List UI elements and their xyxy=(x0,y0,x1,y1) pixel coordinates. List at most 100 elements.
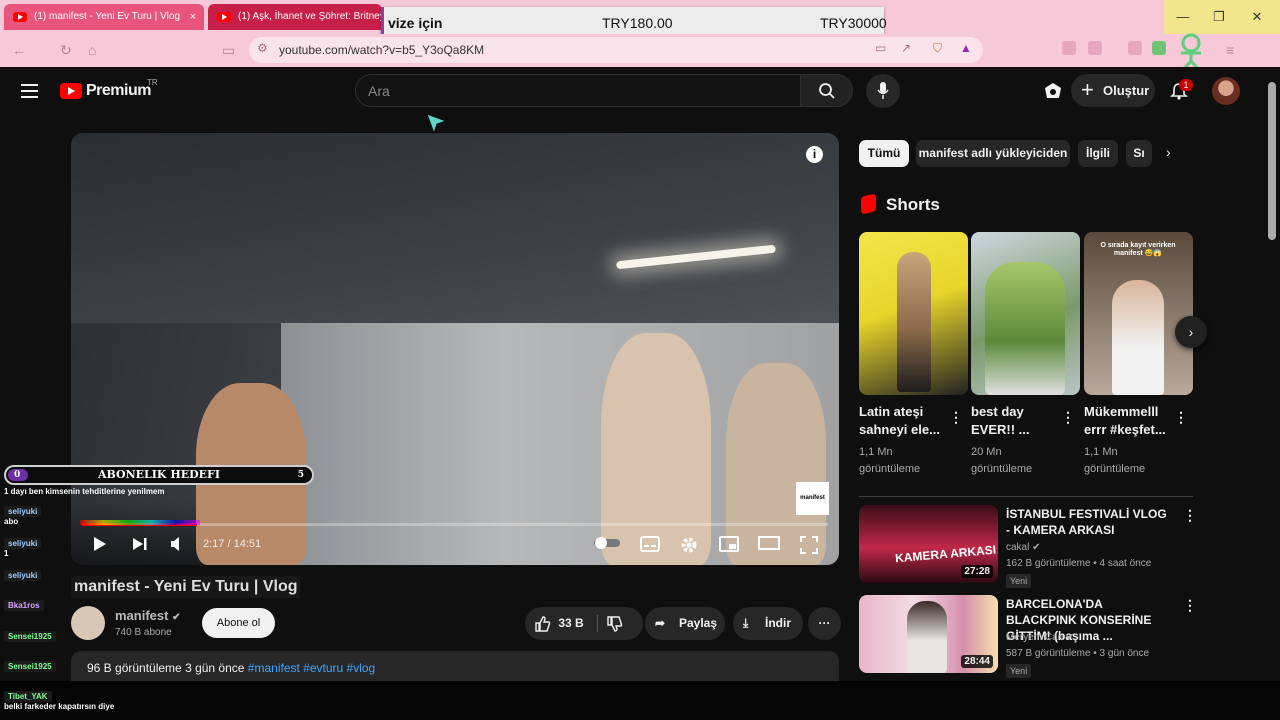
extension-icon[interactable] xyxy=(1062,41,1076,55)
download-label: İndir xyxy=(765,616,791,630)
chat-username: seliyuki xyxy=(4,506,42,517)
theater-mode-button[interactable] xyxy=(758,536,780,556)
reload-icon[interactable]: ↻ xyxy=(60,42,72,59)
video-frame-person xyxy=(601,333,711,565)
channel-watermark[interactable]: manifest xyxy=(796,482,829,515)
recommendation-title[interactable]: İSTANBUL FESTIVALİ VLOG - KAMERA ARKASI xyxy=(1006,506,1171,538)
next-icon xyxy=(133,538,147,550)
short-more-icon[interactable]: ⋮ xyxy=(1174,409,1188,426)
logo-region: TR xyxy=(147,78,158,87)
logo-premium-text[interactable]: Premium xyxy=(86,82,151,100)
short-thumbnail[interactable] xyxy=(859,232,968,395)
short-title[interactable]: Mükemmelll errr #keşfet... xyxy=(1084,403,1170,439)
back-icon[interactable]: ← xyxy=(12,42,26,58)
menu-icon[interactable]: ≡ xyxy=(1226,42,1234,58)
chip-all[interactable]: Tümü xyxy=(859,140,909,167)
settings-button[interactable] xyxy=(680,536,698,556)
close-window-button[interactable]: ✕ xyxy=(1238,0,1276,34)
subscribe-button[interactable]: Abone ol xyxy=(202,608,275,638)
next-button[interactable] xyxy=(132,536,148,556)
search-button[interactable] xyxy=(800,74,853,107)
download-button[interactable]: ⤓ İndir xyxy=(733,607,803,640)
subtitles-button[interactable] xyxy=(640,536,660,556)
shorts-next-button[interactable]: › xyxy=(1175,316,1207,348)
restore-button[interactable]: ❐ xyxy=(1200,0,1238,34)
short-thumbnail[interactable]: O sırada kayıt verirken manifest 😅😱 xyxy=(1084,232,1193,395)
microphone-icon xyxy=(877,82,889,99)
like-button[interactable]: 33 B xyxy=(535,607,584,640)
url-text: youtube.com/watch?v=b5_Y3oQa8KM xyxy=(279,43,485,57)
more-actions-button[interactable]: ··· xyxy=(808,607,841,640)
tab-title: (1) manifest - Yeni Ev Turu | Vlog xyxy=(34,11,181,22)
brave-shield-icon[interactable]: ⛉ xyxy=(933,41,942,56)
browser-tab-active[interactable]: (1) manifest - Yeni Ev Turu | Vlog × xyxy=(4,4,204,30)
youtube-premium-games-icon[interactable] xyxy=(1044,82,1062,100)
recommendation-thumbnail[interactable]: KAMERA ARKASI 27:28 xyxy=(859,505,998,583)
info-icon[interactable]: i xyxy=(806,146,823,163)
fullscreen-button[interactable] xyxy=(800,536,818,556)
short-title[interactable]: best day EVER!! ... xyxy=(971,403,1057,439)
mascot-sticker-icon xyxy=(1176,33,1206,71)
hashtags[interactable]: #manifest #evturu #vlog xyxy=(248,661,375,675)
youtube-favicon-icon xyxy=(13,12,27,22)
extension-icon[interactable] xyxy=(1088,41,1102,55)
browser-tab[interactable]: (1) Aşk, İhanet ve Şöhret: Britney xyxy=(208,4,382,30)
volume-button[interactable] xyxy=(170,536,184,556)
short-more-icon[interactable]: ⋮ xyxy=(1061,409,1075,426)
chat-message: 1 dayı ben kimsenin tehditlerine yenilme… xyxy=(4,487,165,496)
home-icon[interactable]: ⌂ xyxy=(88,42,96,58)
voice-search-button[interactable] xyxy=(866,74,900,108)
bookmark-icon[interactable]: ▭ xyxy=(222,42,235,59)
chat-message: Tibet_YAK belki farkeder kapatırsın diye xyxy=(4,691,114,711)
recommendation-more-icon[interactable]: ⋮ xyxy=(1183,597,1197,614)
dislike-button[interactable] xyxy=(607,607,623,640)
recommendation-thumbnail[interactable]: 28:44 xyxy=(859,595,998,673)
tab-close-icon[interactable]: × xyxy=(190,4,196,30)
popup-price-1: TRY180.00 xyxy=(602,15,673,31)
extension-icon[interactable] xyxy=(1128,41,1142,55)
short-more-icon[interactable]: ⋮ xyxy=(949,409,963,426)
shorts-heading: Shorts xyxy=(886,195,940,214)
new-badge: Yeni xyxy=(1006,664,1032,678)
channel-avatar[interactable] xyxy=(71,606,105,640)
scrollbar-thumb[interactable] xyxy=(1268,82,1276,240)
video-player[interactable] xyxy=(71,133,839,565)
play-button[interactable] xyxy=(93,536,107,556)
youtube-logo-icon[interactable] xyxy=(60,83,82,99)
search-input[interactable]: Ara xyxy=(355,74,801,107)
cast-icon[interactable]: ▭ xyxy=(875,41,886,55)
theater-icon xyxy=(758,536,780,550)
chips-next-chevron-icon[interactable]: › xyxy=(1166,144,1171,160)
short-title[interactable]: Latin ateşi sahneyi ele... xyxy=(859,403,945,439)
chip-related[interactable]: İlgili xyxy=(1078,140,1118,167)
chat-message: Bka1ros xyxy=(4,600,44,611)
chip-from-uploader[interactable]: manifest adlı yükleyiciden xyxy=(916,140,1070,167)
brave-rewards-icon[interactable]: ▲ xyxy=(960,41,972,55)
youtube-favicon-icon xyxy=(217,12,231,22)
short-thumbnail[interactable] xyxy=(971,232,1080,395)
share-button[interactable]: ➦ Paylaş xyxy=(645,607,725,640)
channel-name-text: cakal xyxy=(1006,542,1030,553)
recommendation-channel[interactable]: Meryem Can ✔ xyxy=(1006,632,1074,643)
chat-text: abo xyxy=(4,517,19,526)
chip-more[interactable]: Sı xyxy=(1126,140,1152,167)
share-page-icon[interactable]: ↗ xyxy=(901,41,911,55)
miniplayer-button[interactable] xyxy=(719,536,739,556)
hamburger-menu-icon[interactable] xyxy=(21,84,38,102)
site-info-icon[interactable]: ⚙ xyxy=(257,41,268,55)
description-box[interactable]: 96 B görüntüleme 3 gün önce #manifest #e… xyxy=(71,651,839,681)
extension-icon[interactable] xyxy=(1152,41,1166,55)
url-field[interactable]: ⚙ youtube.com/watch?v=b5_Y3oQa8KM ▭ ↗ ⛉ … xyxy=(249,37,983,63)
minimize-button[interactable]: — xyxy=(1164,0,1202,34)
goal-current: 0 xyxy=(14,470,21,480)
autoplay-toggle[interactable] xyxy=(594,536,620,556)
account-avatar[interactable] xyxy=(1212,77,1240,105)
recommendation-more-icon[interactable]: ⋮ xyxy=(1183,507,1197,524)
chat-text: 1 xyxy=(4,549,9,558)
channel-name[interactable]: manifest ✔ xyxy=(115,608,180,623)
chat-text: belki farkeder kapatırsın diye xyxy=(4,702,115,711)
verified-icon: ✔ xyxy=(172,612,181,623)
create-button[interactable]: Oluştur xyxy=(1071,74,1155,107)
recommendation-channel[interactable]: cakal ✔ xyxy=(1006,542,1041,553)
subscriber-count: 740 B abone xyxy=(115,627,172,638)
